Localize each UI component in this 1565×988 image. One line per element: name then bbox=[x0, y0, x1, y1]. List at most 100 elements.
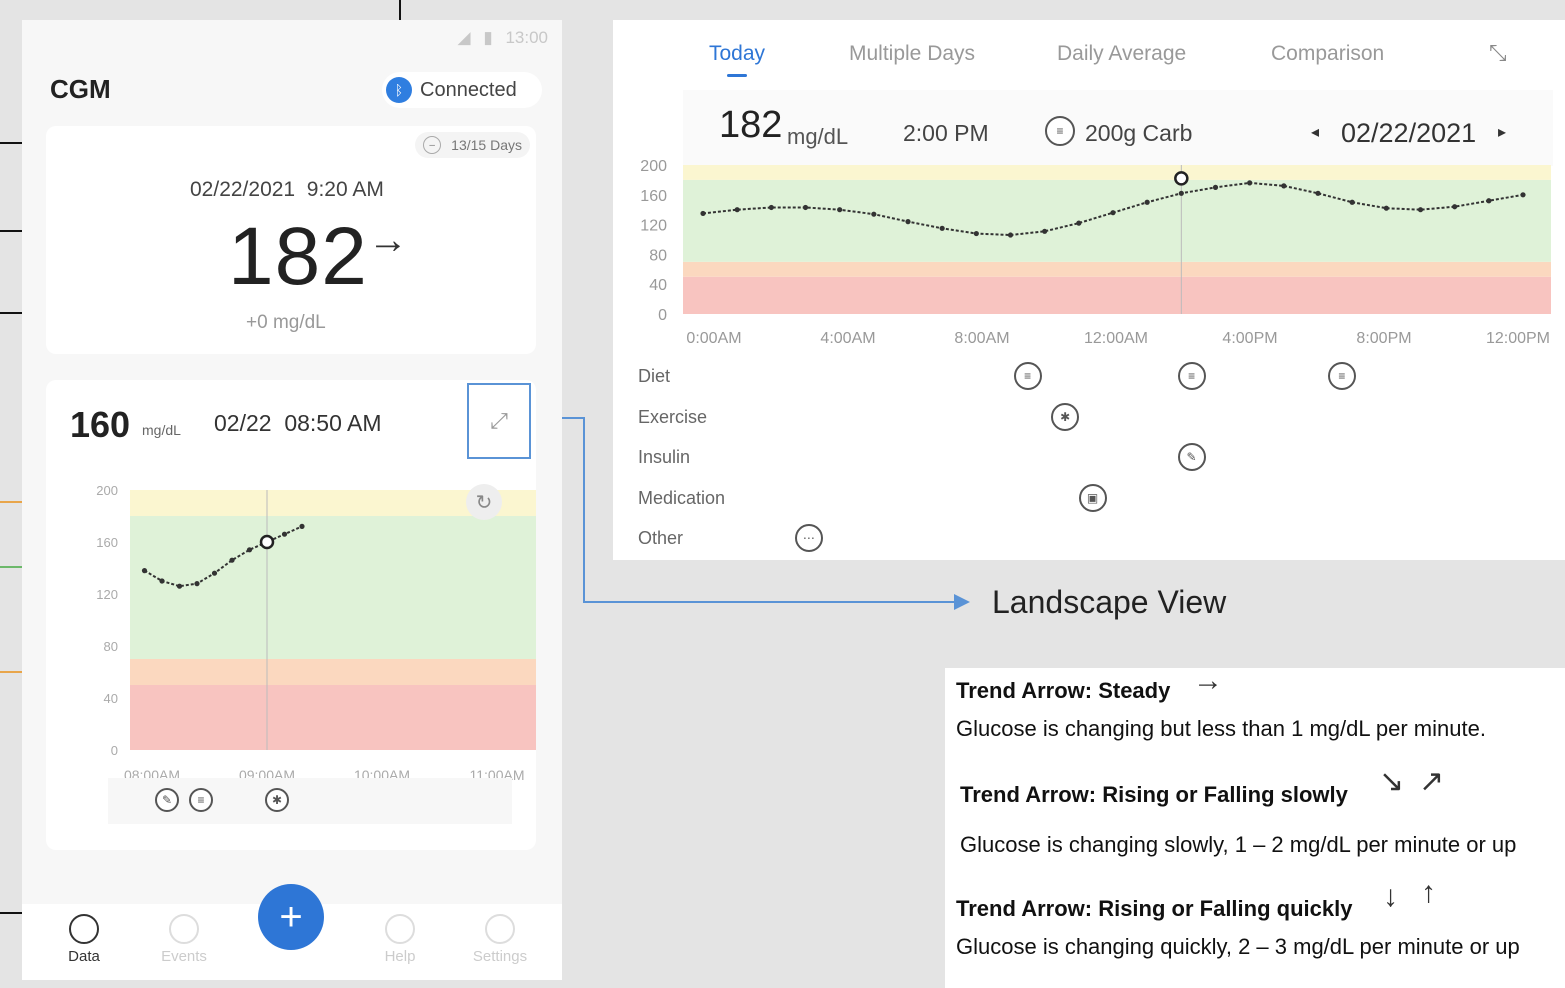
y-tick-label: 160 bbox=[96, 535, 118, 550]
data-point bbox=[299, 523, 305, 529]
mini-event-row: ✎ ≡ ✱ bbox=[108, 778, 512, 824]
reading-datetime: 02/22/2021 9:20 AM bbox=[190, 178, 384, 201]
x-tick-label: 8:00PM bbox=[1356, 330, 1411, 347]
settings-icon bbox=[485, 914, 515, 944]
food-icon[interactable]: ≡ bbox=[1013, 362, 1042, 390]
data-point bbox=[141, 568, 148, 574]
status-bar: ◢ ▮ 13:00 bbox=[458, 28, 548, 48]
add-button[interactable]: + bbox=[258, 884, 324, 950]
arrow-down-icon: ↓ bbox=[1383, 880, 1398, 913]
x-tick-label: 12:00AM bbox=[1084, 330, 1148, 347]
exercise-icon[interactable]: ✱ bbox=[1051, 403, 1080, 431]
y-tick-label: 80 bbox=[104, 639, 118, 654]
data-point bbox=[1349, 199, 1355, 205]
data-point bbox=[1520, 192, 1526, 198]
sensor-days-badge: – 13/15 Days bbox=[415, 132, 530, 158]
y-tick-label: 120 bbox=[96, 587, 118, 602]
y-tick-label: 200 bbox=[640, 158, 667, 175]
data-point bbox=[1042, 228, 1048, 234]
more-icon[interactable]: ⋯ bbox=[794, 524, 823, 552]
selected-point bbox=[259, 534, 275, 550]
trend-arrow-legend: Trend Arrow: Steady → Glucose is changin… bbox=[945, 664, 1565, 988]
y-tick-label: 160 bbox=[640, 188, 667, 205]
selected-point bbox=[1174, 171, 1189, 186]
plus-icon: + bbox=[279, 894, 303, 939]
range-band-2 bbox=[130, 516, 536, 659]
arrow-up-icon: ↑ bbox=[1421, 876, 1436, 909]
refresh-icon: ↻ bbox=[475, 491, 493, 514]
data-point bbox=[1076, 220, 1082, 226]
legend-steady-text: Glucose is changing but less than 1 mg/d… bbox=[956, 716, 1486, 741]
refresh-button[interactable]: ↻ bbox=[466, 484, 502, 520]
data-point bbox=[1212, 184, 1219, 190]
nav-help[interactable]: Help bbox=[360, 904, 440, 965]
data-point bbox=[211, 570, 218, 576]
data-point bbox=[159, 578, 165, 584]
data-point bbox=[1452, 204, 1458, 210]
nav-settings[interactable]: Settings bbox=[460, 904, 540, 965]
clock-icon: – bbox=[423, 136, 442, 154]
y-tick-label: 40 bbox=[649, 277, 667, 294]
connection-status[interactable]: ᛒ Connected bbox=[382, 72, 542, 108]
data-point bbox=[229, 557, 235, 563]
nav-data[interactable]: Data bbox=[44, 904, 124, 965]
signal-icon: ◢ bbox=[457, 28, 471, 47]
data-point bbox=[194, 581, 200, 587]
data-point bbox=[905, 219, 911, 225]
mini-chart-card: 160 mg/dL 02/22 08:50 AM ⤢ 0 40 80 120 160 20… bbox=[46, 380, 536, 850]
data-point bbox=[939, 225, 945, 231]
y-tick-label: 120 bbox=[640, 218, 667, 235]
x-tick-label: 4:00PM bbox=[1222, 330, 1277, 347]
range-band-2 bbox=[683, 179, 1551, 262]
range-band-1 bbox=[130, 659, 536, 685]
data-point bbox=[1417, 207, 1424, 213]
row-label-diet: Diet bbox=[638, 366, 671, 386]
current-reading-card: – 13/15 Days 02/22/2021 9:20 AM 182 → +0… bbox=[46, 126, 536, 354]
y-tick-label: 200 bbox=[96, 483, 118, 498]
y-tick-label: 80 bbox=[649, 247, 667, 264]
trend-arrow-icon: → bbox=[368, 218, 408, 262]
medication-icon[interactable]: ▣ bbox=[1078, 484, 1107, 512]
data-point bbox=[246, 547, 253, 553]
food-icon[interactable]: ≡ bbox=[1327, 362, 1356, 390]
data-point bbox=[837, 207, 843, 213]
data-point bbox=[1110, 210, 1116, 216]
data-point bbox=[871, 211, 877, 217]
nav-events[interactable]: Events bbox=[144, 904, 224, 965]
events-icon bbox=[169, 914, 199, 944]
data-point bbox=[176, 583, 183, 589]
glucose-delta: +0 mg/dL bbox=[246, 312, 326, 333]
data-point bbox=[1383, 205, 1389, 211]
nav-data-label: Data bbox=[68, 948, 100, 965]
data-point bbox=[1007, 232, 1014, 238]
data-point bbox=[1281, 183, 1287, 189]
exercise-icon[interactable]: ✱ bbox=[265, 788, 289, 812]
insulin-icon[interactable]: ✎ bbox=[1177, 443, 1206, 471]
nav-help-label: Help bbox=[384, 948, 416, 965]
arrow-up-right-icon: ↗ bbox=[1419, 765, 1445, 798]
drop-icon bbox=[69, 914, 99, 944]
data-point bbox=[1144, 199, 1150, 205]
glucose-value: 182 bbox=[228, 211, 368, 302]
status-time: 13:00 bbox=[505, 28, 548, 47]
connection-label: Connected bbox=[420, 78, 517, 101]
food-icon[interactable]: ≡ bbox=[189, 788, 213, 812]
sensor-days-label: 13/15 Days bbox=[451, 137, 522, 153]
y-tick-label: 0 bbox=[111, 743, 118, 758]
x-tick-label: 8:00AM bbox=[954, 330, 1009, 347]
insulin-icon[interactable]: ✎ bbox=[155, 788, 179, 812]
x-tick-label: 12:00PM bbox=[1486, 330, 1550, 347]
bluetooth-icon: ᛒ bbox=[386, 77, 412, 103]
mini-glucose-chart[interactable]: 0408012016020008:00AM 09:00AM 10:00AM 11:00… bbox=[46, 380, 536, 780]
row-label-insulin: Insulin bbox=[638, 447, 691, 467]
row-label-exercise: Exercise bbox=[638, 407, 708, 427]
data-point bbox=[1486, 198, 1492, 204]
row-label-medication: Medication bbox=[638, 488, 726, 508]
landscape-glucose-chart[interactable]: 0 40 80 120 160 200 0:00AM 4:00AM 8:00AM 12:00AM 4… bbox=[613, 20, 1565, 360]
phone-screen: ◢ ▮ 13:00 CGM ᛒ Connected – 13/15 Days 0… bbox=[22, 20, 562, 980]
legend-slow-title: Trend Arrow: Rising or Falling slowly bbox=[960, 782, 1348, 807]
x-tick-label: 0:00AM bbox=[686, 330, 741, 347]
row-label-other: Other bbox=[638, 528, 684, 548]
food-icon[interactable]: ≡ bbox=[1177, 362, 1206, 390]
legend-slow-text: Glucose is changing slowly, 1 – 2 mg/dL … bbox=[960, 832, 1517, 857]
